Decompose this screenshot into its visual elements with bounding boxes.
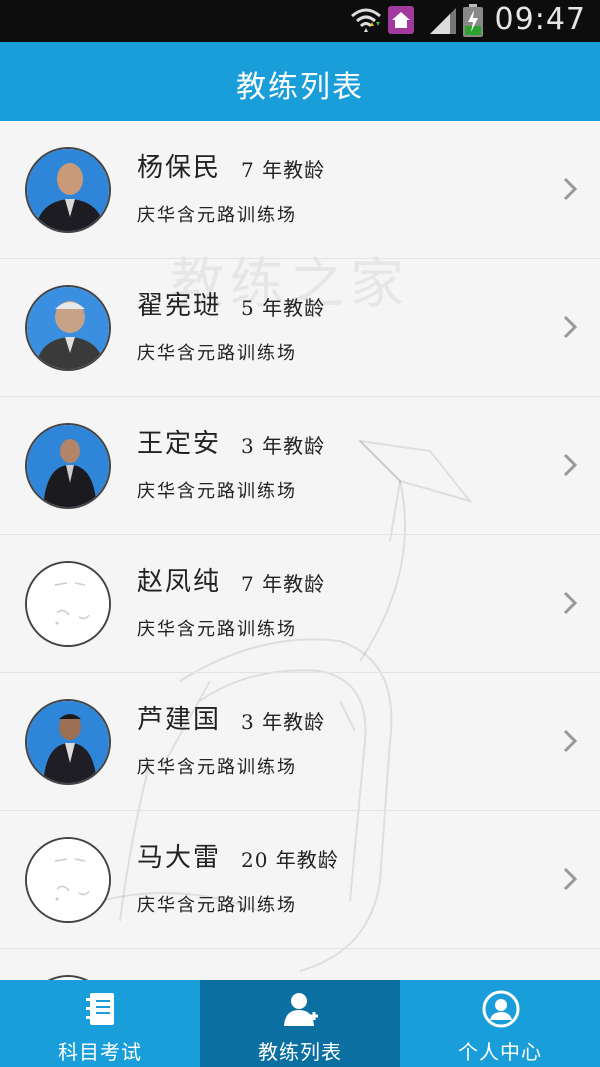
coach-avatar [25, 423, 111, 509]
coach-name: 杨保民 [137, 153, 222, 183]
coach-location: 庆华含元路训练场 [137, 343, 297, 364]
coach-row[interactable]: 芦建国 3 年教龄 庆华含元路训练场 [0, 673, 600, 811]
signal-icon [430, 8, 456, 34]
tab-coach-list[interactable]: 教练列表 [200, 980, 400, 1067]
coach-avatar [25, 699, 111, 785]
coach-location: 庆华含元路训练场 [137, 895, 297, 916]
battery-charging-icon [463, 4, 483, 37]
page-title: 教练列表 [236, 70, 364, 105]
coach-years: 3 年教龄 [241, 434, 326, 458]
coach-row[interactable]: 杨保民 7 年教龄 庆华含元路训练场 [0, 121, 600, 259]
coach-list[interactable]: 教练之家 杨保民 7 年教龄 庆华含元路训练场 翟宪琎 5 年教龄 庆华含元路训… [0, 121, 600, 980]
coach-location: 庆华含元路训练场 [137, 619, 297, 640]
tab-label: 个人中心 [458, 1040, 542, 1064]
clock-time: 09:47 [494, 2, 586, 37]
coach-row[interactable]: 王定安 3 年教龄 庆华含元路训练场 [0, 397, 600, 535]
coach-years: 20 年教龄 [241, 848, 339, 872]
coach-user-icon [284, 993, 318, 1026]
chevron-right-icon [563, 315, 578, 339]
coach-location: 庆华含元路训练场 [137, 481, 297, 502]
sketch-face-icon [27, 563, 109, 645]
coach-row[interactable]: 翟宪琎 5 年教龄 庆华含元路训练场 [0, 259, 600, 397]
coach-years: 7 年教龄 [241, 572, 326, 596]
chevron-right-icon [563, 453, 578, 477]
coach-location: 庆华含元路训练场 [137, 757, 297, 778]
profile-circle-icon [482, 990, 520, 1028]
status-bar: 09:47 [0, 0, 600, 42]
wifi-icon [351, 8, 381, 32]
coach-years: 7 年教龄 [241, 158, 326, 182]
coach-avatar [25, 147, 111, 233]
bottom-tab-bar: 科目考试 教练列表 个人中心 [0, 980, 600, 1067]
coach-name: 赵凤纯 [137, 567, 222, 597]
coach-row[interactable]: 马大雷 20 年教龄 庆华含元路训练场 [0, 811, 600, 949]
coach-photo [27, 701, 109, 783]
app-header: 教练列表 [0, 42, 600, 121]
home-notification-icon [388, 6, 414, 34]
coach-photo [27, 287, 109, 369]
coach-row-partial[interactable] [0, 949, 600, 980]
chevron-right-icon [563, 591, 578, 615]
coach-row[interactable]: 赵凤纯 7 年教龄 庆华含元路训练场 [0, 535, 600, 673]
tab-personal-center[interactable]: 个人中心 [400, 980, 600, 1067]
coach-avatar-placeholder [25, 561, 111, 647]
coach-name: 马大雷 [137, 843, 222, 873]
tab-label: 科目考试 [58, 1040, 142, 1064]
tab-label: 教练列表 [258, 1040, 342, 1064]
chevron-right-icon [563, 177, 578, 201]
coach-photo [27, 425, 109, 507]
coach-name: 翟宪琎 [137, 291, 222, 321]
tab-subject-exam[interactable]: 科目考试 [0, 980, 200, 1067]
coach-avatar [25, 285, 111, 371]
coach-name: 王定安 [137, 429, 222, 459]
sketch-face-icon [27, 839, 109, 921]
coach-years: 5 年教龄 [241, 296, 326, 320]
coach-location: 庆华含元路训练场 [137, 205, 297, 226]
coach-avatar-placeholder [25, 837, 111, 923]
coach-photo [27, 149, 109, 231]
chevron-right-icon [563, 729, 578, 753]
coach-name: 芦建国 [137, 705, 222, 735]
chevron-right-icon [563, 867, 578, 891]
notebook-icon [86, 993, 114, 1025]
coach-years: 3 年教龄 [241, 710, 326, 734]
